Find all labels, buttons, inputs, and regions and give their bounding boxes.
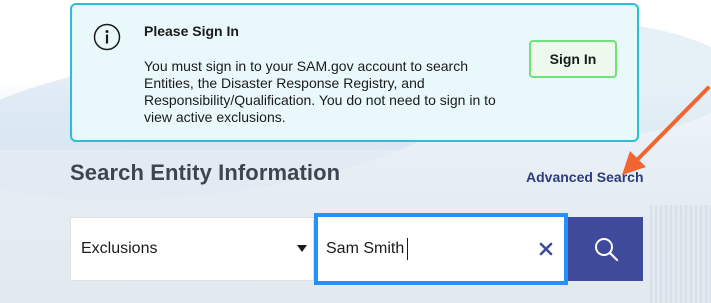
alert-title: Please Sign In	[144, 23, 239, 39]
search-icon	[594, 238, 618, 262]
advanced-search-link[interactable]: Advanced Search	[526, 169, 644, 185]
domain-select-value: Exclusions	[81, 240, 158, 257]
search-bar: Exclusions	[70, 213, 643, 285]
close-icon[interactable]	[538, 241, 554, 257]
section-title: Search Entity Information	[70, 160, 341, 185]
domain-select[interactable]: Exclusions	[70, 217, 314, 281]
search-button[interactable]	[568, 217, 643, 281]
text-cursor	[407, 238, 408, 260]
sign-in-button[interactable]: Sign In	[529, 40, 617, 78]
search-input[interactable]	[326, 237, 516, 261]
background-pattern	[650, 205, 711, 303]
info-icon	[93, 23, 121, 51]
caret-down-icon	[297, 245, 307, 252]
sign-in-alert: Please Sign In You must sign in to your …	[70, 3, 639, 142]
search-input-container	[314, 213, 568, 285]
alert-message: You must sign in to your SAM.gov account…	[144, 58, 496, 125]
